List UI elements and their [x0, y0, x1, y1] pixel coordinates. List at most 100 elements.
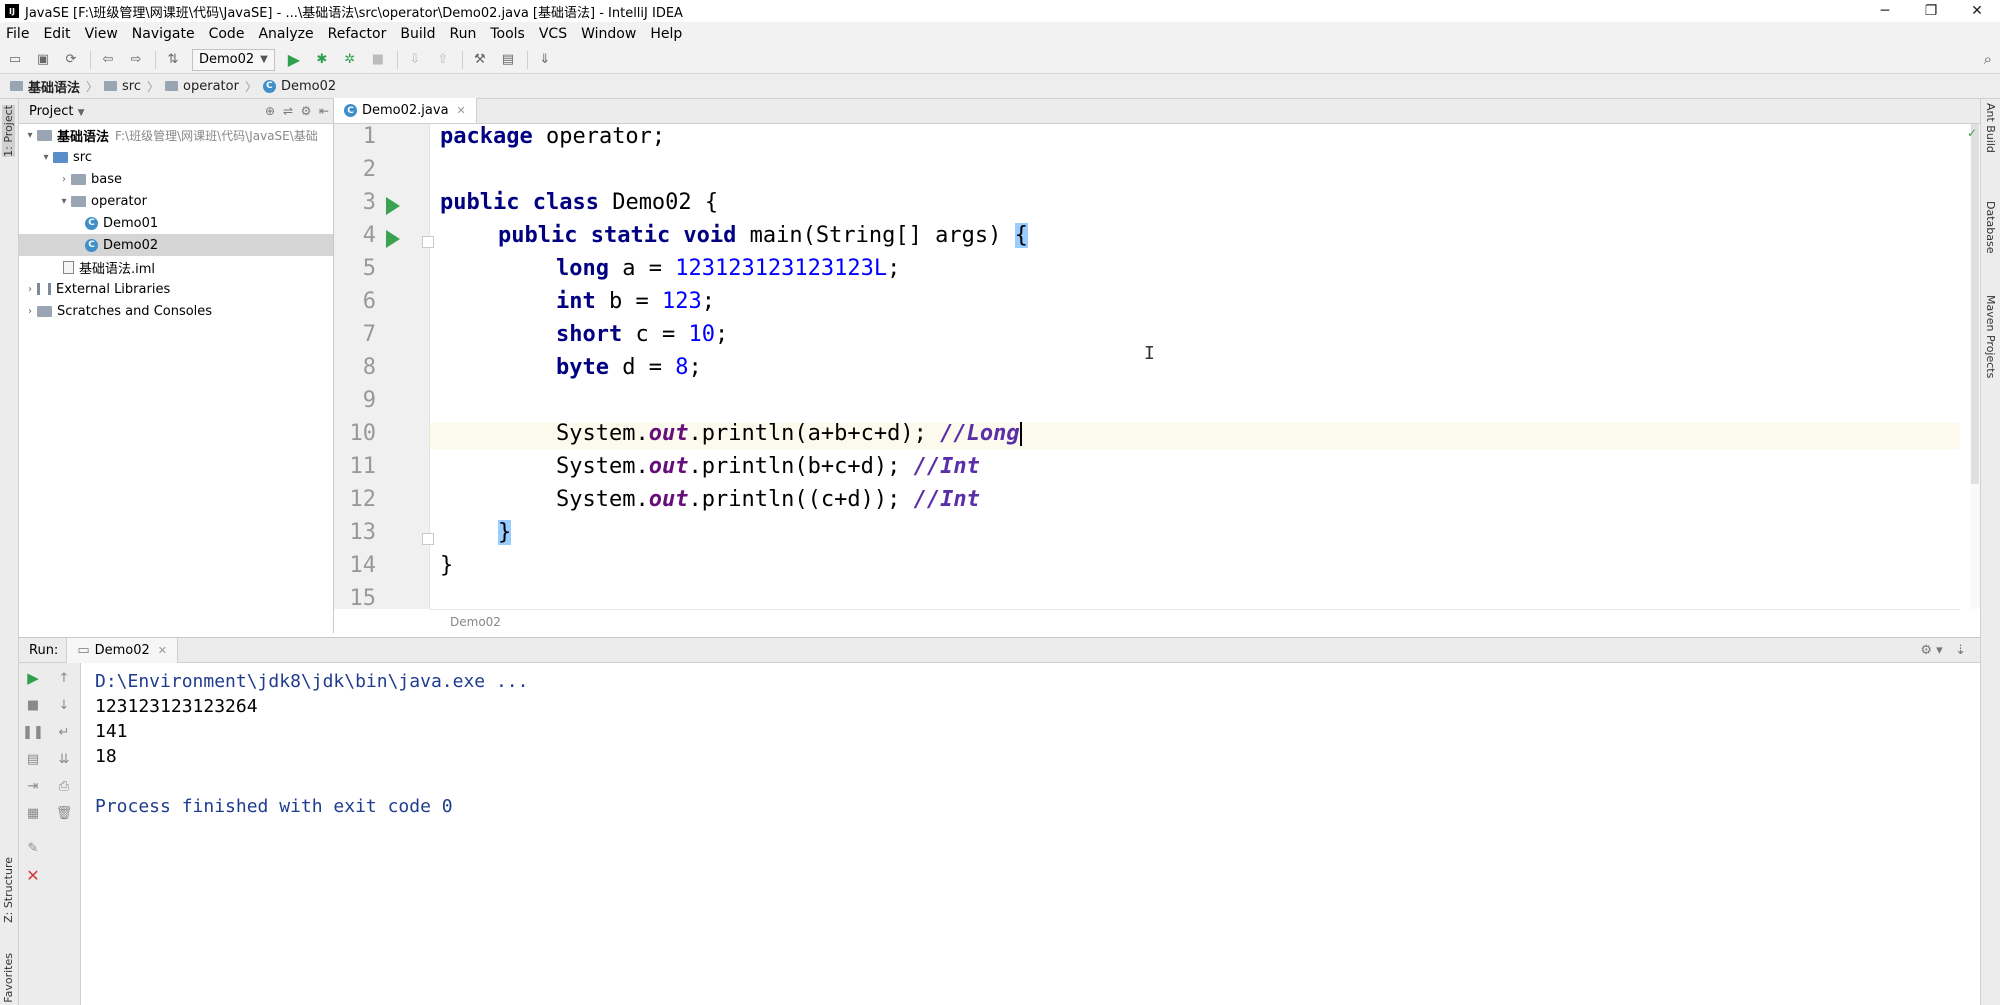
hide-panel-icon[interactable]: ⇤ — [315, 104, 333, 118]
back-arrow-icon[interactable]: ⇦ — [99, 51, 117, 69]
structure-tool-button[interactable]: Z: Structure — [2, 857, 15, 923]
editor-scrollbar[interactable] — [1970, 124, 1980, 609]
arrow-up-icon[interactable]: ↑ — [55, 669, 73, 687]
debug-icon[interactable]: ✱ — [313, 51, 331, 69]
tree-item-demo01[interactable]: C Demo01 — [19, 212, 333, 234]
trash-icon[interactable]: 🗑 — [55, 804, 73, 822]
project-structure-icon[interactable]: ▤ — [499, 51, 517, 69]
keyword: byte — [556, 355, 609, 380]
console-line: Process finished with exit code 0 — [95, 796, 453, 817]
menu-build[interactable]: Build — [400, 26, 435, 42]
menu-tools[interactable]: Tools — [490, 26, 525, 42]
close-button[interactable]: ✕ — [1954, 0, 2000, 22]
save-all-icon[interactable]: ▣ — [34, 51, 52, 69]
breadcrumb-src[interactable]: src 〉 — [104, 78, 159, 95]
menu-code[interactable]: Code — [209, 26, 245, 42]
menu-analyze[interactable]: Analyze — [258, 26, 313, 42]
tab-demo02-java[interactable]: C Demo02.java ✕ — [334, 98, 477, 123]
toolbar-separator — [461, 50, 463, 69]
tree-item-module-root[interactable]: ▾ 基础语法 F:\班级管理\网课班\代码\JavaSE\基础 — [19, 124, 333, 146]
run-icon[interactable]: ▶ — [285, 50, 303, 69]
vcs-update-icon[interactable]: ⇩ — [406, 51, 424, 69]
sdk-download-icon[interactable]: ⇓ — [536, 51, 554, 69]
database-tool-button[interactable]: Database — [1984, 201, 1997, 254]
static-field: out — [648, 487, 689, 512]
tree-item-demo02[interactable]: C Demo02 — [19, 234, 333, 256]
run-tab-demo02[interactable]: ▭ Demo02 ✕ — [66, 637, 178, 663]
close-icon[interactable]: ✕ — [24, 866, 42, 885]
rerun-icon[interactable]: ▶ — [24, 669, 42, 687]
line-number: 10 — [349, 421, 377, 446]
dump-threads-icon[interactable]: ▤ — [24, 750, 42, 768]
chevron-down-icon: ▾ — [43, 151, 49, 163]
menu-run[interactable]: Run — [450, 26, 477, 42]
search-everywhere-icon[interactable]: ⌕ — [1984, 50, 1992, 68]
tree-item-external-libraries[interactable]: › External Libraries — [19, 278, 333, 300]
synchronize-icon[interactable]: ⟳ — [62, 51, 80, 69]
settings-wrench-icon[interactable]: ⚒ — [471, 51, 489, 69]
project-tool-button[interactable]: 1: Project — [2, 105, 15, 157]
menu-file[interactable]: File — [6, 26, 29, 42]
tree-item-iml[interactable]: 基础语法.iml — [19, 256, 333, 278]
ant-build-tool-button[interactable]: Ant Build — [1984, 103, 1997, 153]
tree-item-src[interactable]: ▾ src — [19, 146, 333, 168]
tree-item-base[interactable]: › base — [19, 168, 333, 190]
minimize-button[interactable]: ─ — [1862, 0, 1908, 22]
scrollbar-thumb[interactable] — [1971, 124, 1979, 484]
stop-icon[interactable]: ■ — [369, 51, 387, 69]
close-icon[interactable]: ✕ — [158, 644, 167, 657]
tree-item-scratches[interactable]: › Scratches and Consoles — [19, 300, 333, 322]
menu-view[interactable]: View — [85, 26, 118, 42]
layout-icon[interactable]: ▦ — [24, 804, 42, 822]
exit-icon[interactable]: ⇥ — [24, 777, 42, 795]
menu-refactor[interactable]: Refactor — [328, 26, 387, 42]
run-with-coverage-icon[interactable]: ✲ — [341, 51, 359, 69]
pin-icon[interactable]: ✎ — [24, 839, 42, 857]
breadcrumb-module[interactable]: 基础语法 〉 — [10, 77, 98, 96]
breadcrumb-class[interactable]: C Demo02 — [262, 78, 337, 94]
tree-item-label: Scratches and Consoles — [57, 303, 213, 319]
tree-item-operator[interactable]: ▾ operator — [19, 190, 333, 212]
code-area[interactable]: package operator; public class Demo02 { … — [440, 124, 1960, 609]
pause-icon[interactable]: ❚❚ — [22, 723, 44, 741]
chevron-down-icon: ▼ — [77, 107, 85, 118]
fold-toggle-icon[interactable] — [422, 236, 434, 248]
project-view-select[interactable]: Project ▼ — [29, 104, 85, 119]
toolbar-separator — [526, 50, 528, 69]
forward-arrow-icon[interactable]: ⇨ — [127, 51, 145, 69]
arrow-down-icon[interactable]: ↓ — [55, 696, 73, 714]
breadcrumb-label: Demo02 — [280, 78, 337, 94]
run-configuration-select[interactable]: Demo02 ▼ — [192, 48, 275, 71]
stop-icon[interactable]: ■ — [24, 696, 42, 714]
collapse-all-icon[interactable]: ⇌ — [279, 104, 297, 118]
run-class-gutter-icon[interactable] — [386, 197, 400, 215]
vcs-commit-icon[interactable]: ⇧ — [434, 51, 452, 69]
fold-toggle-icon[interactable] — [422, 533, 434, 545]
scroll-to-end-icon[interactable]: ⇊ — [55, 750, 73, 768]
favorites-tool-button[interactable]: Favorites — [2, 953, 15, 1003]
right-tool-stripe: Ant Build Database Maven Projects — [1980, 99, 2000, 1005]
close-icon[interactable]: ✕ — [457, 104, 466, 117]
breadcrumb-operator[interactable]: operator 〉 — [165, 78, 257, 95]
line-number: 6 — [362, 289, 376, 314]
menu-edit[interactable]: Edit — [43, 26, 70, 42]
maven-projects-tool-button[interactable]: Maven Projects — [1984, 295, 1997, 378]
run-main-gutter-icon[interactable] — [386, 230, 400, 248]
code-text: main(String[] args) — [736, 223, 1015, 248]
menu-help[interactable]: Help — [650, 26, 682, 42]
scroll-from-source-icon[interactable]: ⊕ — [261, 104, 279, 118]
open-folder-icon[interactable]: ▭ — [6, 51, 24, 69]
restore-button[interactable]: ❐ — [1908, 0, 1954, 22]
menu-window[interactable]: Window — [581, 26, 636, 42]
gear-icon[interactable]: ⚙ ▾ ⇣ — [1920, 643, 1966, 658]
chevron-right-icon: 〉 — [147, 79, 160, 94]
menu-navigate[interactable]: Navigate — [132, 26, 195, 42]
print-icon[interactable]: ⎙ — [55, 777, 73, 795]
keyword: public static void — [498, 223, 737, 248]
build-project-icon[interactable]: ⇅ — [164, 51, 182, 69]
editor-breadcrumb-item[interactable]: Demo02 — [450, 615, 501, 629]
soft-wrap-icon[interactable]: ↵ — [55, 723, 73, 741]
menu-vcs[interactable]: VCS — [539, 26, 567, 42]
gear-icon[interactable]: ⚙ — [297, 104, 315, 118]
console-output[interactable]: D:\Environment\jdk8\jdk\bin\java.exe ...… — [95, 671, 528, 821]
